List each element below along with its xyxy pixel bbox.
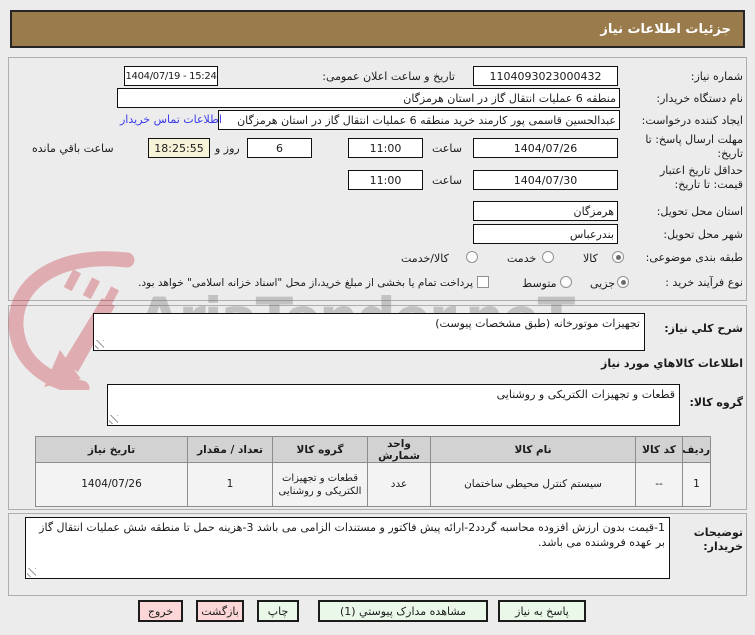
exit-button[interactable]: خروج <box>138 600 183 622</box>
validity-hour-label: ساعت <box>432 174 462 187</box>
need-desc-label: شرح کلي نیاز: <box>664 322 743 335</box>
buyer-org-value: منطقه 6 عملیات انتقال گاز در استان هرمزگ… <box>403 91 616 105</box>
buyer-notes-textarea[interactable]: 1-قیمت بدون ارزش افزوده محاسبه گردد2-ارا… <box>25 517 670 579</box>
cell-item-group: قطعات و تجهیزات الکتریکی و روشنایی <box>272 462 368 507</box>
need-details-page: AriaTender.neT جزئیات اطلاعات نیاز شماره… <box>0 0 755 635</box>
col-header-unit: واحد شمارش <box>367 436 431 463</box>
requester-value: عبدالحسین قاسمی پور کارمند خرید منطقه 6 … <box>237 113 616 127</box>
radio-selected-dot <box>620 279 626 285</box>
price-validity-label: حداقل تاریخ اعتبار قیمت: تا تاریخ: <box>659 164 743 191</box>
print-button[interactable]: چاپ <box>257 600 299 622</box>
radio-goods[interactable] <box>612 251 624 263</box>
validity-date-value: 1404/07/30 <box>513 173 578 187</box>
city-field[interactable]: بندرعباس <box>473 224 618 244</box>
goods-table: ردیف کد کالا نام کالا واحد شمارش گروه کا… <box>35 436 711 507</box>
cell-item-code: -- <box>635 462 683 507</box>
resize-grip-icon[interactable] <box>109 415 118 424</box>
radio-minor-label: جزیی <box>590 277 616 290</box>
goods-group-textarea[interactable]: قطعات و تجهیزات الکتریکی و روشنایی <box>107 384 680 426</box>
respond-to-need-button[interactable]: پاسخ به نیاز <box>498 600 586 622</box>
validity-time-value: 11:00 <box>369 173 402 187</box>
goods-group-value: قطعات و تجهیزات الکتریکی و روشنایی <box>496 388 675 401</box>
buyer-contact-link[interactable]: اطلاعات تماس خریدار <box>120 113 222 126</box>
cell-need-date: 1404/07/26 <box>35 462 188 507</box>
need-desc-textarea[interactable]: تجهیزات موتورخانه (طبق مشخصات پیوست) <box>93 313 645 351</box>
days-remaining-value: 6 <box>276 141 283 155</box>
need-number-label: شماره نیاز: <box>690 70 743 83</box>
cell-quantity: 1 <box>187 462 273 507</box>
radio-selected-dot <box>615 254 621 260</box>
buyer-org-label: نام دستگاه خریدار: <box>656 92 743 105</box>
need-number-field[interactable]: 1104093023000432 <box>473 66 618 86</box>
deadline-date-field[interactable]: 1404/07/26 <box>473 138 618 158</box>
cell-unit: عدد <box>367 462 431 507</box>
view-attachments-button[interactable]: مشاهده مدارک پیوستي (1) <box>318 600 488 622</box>
cell-row-number: 1 <box>682 462 711 507</box>
deadline-date-value: 1404/07/26 <box>513 141 578 155</box>
time-remaining-value: 18:25:55 <box>154 141 204 155</box>
treasury-checkbox[interactable] <box>477 276 489 288</box>
page-title: جزئیات اطلاعات نیاز <box>600 21 731 37</box>
announce-datetime-field[interactable]: 1404/07/19 - 15:24 <box>124 66 218 86</box>
goods-group-label: گروه کالا: <box>689 396 743 409</box>
response-deadline-label: مهلت ارسال پاسخ: تا تاریخ: <box>645 133 743 160</box>
remaining-hours-label: ساعت باقي مانده <box>32 142 114 155</box>
category-label: طبقه بندی موضوعی: <box>645 251 743 264</box>
cell-item-name: سیستم کنترل محیطی ساختمان <box>430 462 636 507</box>
radio-goods-service-label: کالا/خدمت <box>401 252 449 265</box>
col-header-quantity: تعداد / مقدار <box>187 436 273 463</box>
buyer-org-field[interactable]: منطقه 6 عملیات انتقال گاز در استان هرمزگ… <box>117 88 620 108</box>
col-header-need-date: تاریخ نیاز <box>35 436 188 463</box>
col-header-item-code: کد کالا <box>635 436 683 463</box>
deadline-time-field[interactable]: 11:00 <box>348 138 423 158</box>
radio-service-label: خدمت <box>507 252 537 265</box>
requester-label: ایجاد کننده درخواست: <box>641 114 743 127</box>
days-label: روز و <box>215 142 240 155</box>
city-value: بندرعباس <box>569 227 614 241</box>
col-header-item-group: گروه کالا <box>272 436 368 463</box>
buyer-notes-value: 1-قیمت بدون ارزش افزوده محاسبه گردد2-ارا… <box>39 521 665 549</box>
col-header-row-number: ردیف <box>682 436 711 463</box>
table-header-row: ردیف کد کالا نام کالا واحد شمارش گروه کا… <box>35 436 711 463</box>
province-value: هرمزگان <box>573 204 615 218</box>
validity-time-field[interactable]: 11:00 <box>348 170 423 190</box>
province-field[interactable]: هرمزگان <box>473 201 618 221</box>
radio-medium[interactable] <box>560 276 572 288</box>
resize-grip-icon[interactable] <box>95 340 104 349</box>
buyer-notes-label: توضیحات خریدار: <box>693 526 743 553</box>
page-title-bar: جزئیات اطلاعات نیاز <box>10 10 745 48</box>
process-type-label: نوع فرآیند خرید : <box>665 276 743 289</box>
radio-goods-service[interactable] <box>466 251 478 263</box>
time-remaining-field: 18:25:55 <box>148 138 210 158</box>
province-label: استان محل تحویل: <box>656 205 743 218</box>
need-desc-value: تجهیزات موتورخانه (طبق مشخصات پیوست) <box>435 317 640 330</box>
need-number-value: 1104093023000432 <box>489 69 602 83</box>
radio-medium-label: متوسط <box>522 277 557 290</box>
announce-datetime-value: 1404/07/19 - 15:24 <box>125 70 217 82</box>
validity-date-field[interactable]: 1404/07/30 <box>473 170 618 190</box>
goods-section-title: اطلاعات کالاهاي مورد نیاز <box>601 357 743 370</box>
city-label: شهر محل تحویل: <box>663 228 743 241</box>
days-remaining-field[interactable]: 6 <box>247 138 312 158</box>
resize-grip-icon[interactable] <box>27 568 36 577</box>
table-row: 1 -- سیستم کنترل محیطی ساختمان عدد قطعات… <box>35 462 711 507</box>
treasury-checkbox-label: پرداخت تمام یا بخشی از مبلغ خرید،از محل … <box>138 277 473 289</box>
col-header-item-name: نام کالا <box>430 436 636 463</box>
requester-field[interactable]: عبدالحسین قاسمی پور کارمند خرید منطقه 6 … <box>218 110 620 130</box>
deadline-hour-label: ساعت <box>432 142 462 155</box>
announce-datetime-label: تاریخ و ساعت اعلان عمومی: <box>322 70 455 83</box>
deadline-time-value: 11:00 <box>369 141 402 155</box>
back-button[interactable]: بازگشت <box>196 600 244 622</box>
radio-service[interactable] <box>542 251 554 263</box>
radio-goods-label: کالا <box>583 252 598 265</box>
radio-minor[interactable] <box>617 276 629 288</box>
